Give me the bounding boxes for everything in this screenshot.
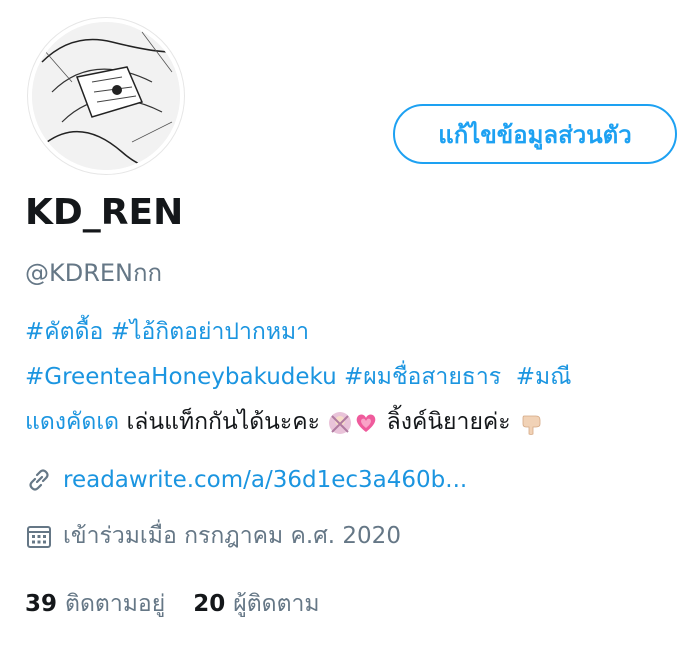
join-date: เข้าร่วมเมื่อ กรกฎาคม ค.ศ. 2020 (63, 523, 401, 549)
display-name: KD_REN (25, 192, 184, 233)
pointing-down-icon (522, 415, 541, 435)
website-link[interactable]: readawrite.com/a/36d1ec3a460b... (63, 467, 467, 493)
following-label: ติดตามอยู่ (65, 591, 166, 617)
bio: #คัตดื้อ #ไอ้กิตอย่าปากหมา #GreenteaHone… (25, 310, 675, 445)
follow-stats: 39 ติดตามอยู่ 20 ผู้ติดตาม (25, 586, 348, 622)
hashtag-link[interactable]: #ผมชื่อสายธาร (344, 364, 501, 390)
bio-text: ลิ้งค์นิยายค่ะ (386, 409, 511, 435)
calendar-icon (27, 526, 51, 548)
user-handle: @KDRENกก (25, 259, 163, 287)
hashtag-link[interactable]: #GreenteaHoneybakudeku (25, 364, 337, 390)
avatar-illustration (32, 22, 180, 170)
avatar[interactable] (28, 18, 184, 174)
followers-label: ผู้ติดตาม (233, 591, 320, 617)
edit-profile-button[interactable]: แก้ไขข้อมูลส่วนตัว (393, 104, 677, 164)
following-link[interactable]: 39 ติดตามอยู่ (25, 586, 165, 622)
followers-link[interactable]: 20 ผู้ติดตาม (193, 586, 319, 622)
followers-count: 20 (193, 591, 226, 617)
hashtag-link[interactable]: #ไอ้กิตอย่าปากหมา (111, 319, 309, 345)
heart-icon (357, 414, 376, 432)
following-count: 39 (25, 591, 58, 617)
person-gesturing-no-icon (329, 411, 352, 434)
hashtag-link[interactable]: #มณี (516, 364, 572, 390)
website-row: readawrite.com/a/36d1ec3a460b... (25, 466, 467, 494)
hashtag-link[interactable]: แดงคัดเด (25, 409, 119, 435)
join-date-row: เข้าร่วมเมื่อ กรกฎาคม ค.ศ. 2020 (25, 518, 401, 554)
link-icon (29, 469, 49, 491)
bio-text: เล่นแท็กกันได้นะคะ (126, 409, 320, 435)
hashtag-link[interactable]: #คัตดื้อ (25, 319, 103, 345)
